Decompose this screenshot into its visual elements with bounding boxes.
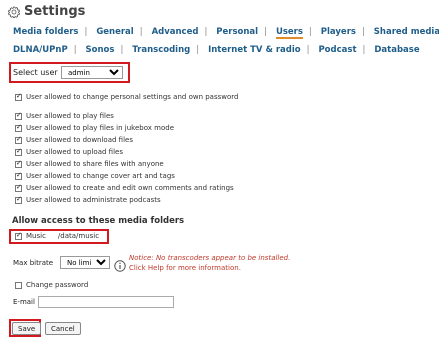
checkbox[interactable] [15,147,22,156]
checkbox[interactable] [15,195,22,204]
checkbox[interactable] [15,111,22,120]
media-folder-name: Music [26,232,46,240]
tab-internet-tv-radio[interactable]: Internet TV & radio [208,45,301,55]
permission-label: User allowed to create and edit own comm… [26,184,234,192]
page-title: Settings [8,4,85,19]
media-folder-path: /data/music [57,232,100,240]
email-field[interactable] [38,296,174,308]
checkbox[interactable] [15,183,22,192]
permission-row[interactable]: User allowed to change personal settings… [15,92,239,101]
media-folder-row[interactable]: Music /data/music [15,231,100,240]
tab-shared-media[interactable]: Shared media [374,27,439,37]
checkbox[interactable] [15,123,22,132]
tab-sonos[interactable]: Sonos [86,45,115,55]
permission-label: User allowed to play files [26,112,114,120]
checkbox[interactable] [15,92,22,101]
permission-row[interactable]: User allowed to download files [15,135,133,144]
tab-players[interactable]: Players [321,27,356,37]
email-label: E-mail [13,298,35,306]
permission-label: User allowed to play files in jukebox mo… [26,124,175,132]
media-folders-heading: Allow access to these media folders [12,216,185,226]
checkbox[interactable] [15,159,22,168]
permission-label: User allowed to upload files [26,148,123,156]
tab-transcoding[interactable]: Transcoding [132,45,190,55]
nav-row-1: Media folders | General | Advanced | Person… [13,27,439,39]
notice-line-1: Notice: No transcoders appear to be inst… [129,254,291,262]
tab-podcast[interactable]: Podcast [318,45,356,55]
tab-advanced[interactable]: Advanced [152,27,199,37]
tab-dlna-upnp[interactable]: DLNA/UPnP [13,45,68,55]
transcoder-notice: Notice: No transcoders appear to be inst… [129,253,290,273]
permission-row[interactable]: User allowed to play files [15,111,114,120]
settings-title: Settings [24,4,86,19]
permission-row[interactable]: User allowed to create and edit own comm… [15,183,234,192]
change-password-label: Change password [26,281,89,289]
permission-row[interactable]: User allowed to play files in jukebox mo… [15,123,175,132]
permission-row[interactable]: User allowed to change cover art and tag… [15,171,175,180]
max-bitrate-dropdown[interactable]: No limit [60,256,110,269]
change-password-row[interactable]: Change password [15,281,88,289]
permission-label: User allowed to change personal settings… [26,93,239,101]
checkbox[interactable] [15,231,22,240]
help-icon[interactable] [114,257,126,276]
permission-row[interactable]: User allowed to upload files [15,147,123,156]
permission-row[interactable]: User allowed to share files with anyone [15,159,164,168]
permission-label: User allowed to administrate podcasts [26,196,161,204]
tab-general[interactable]: General [96,27,133,37]
tab-database[interactable]: Database [374,45,419,55]
permission-row[interactable]: User allowed to administrate podcasts [15,195,161,204]
checkbox[interactable] [15,171,22,180]
select-user-dropdown[interactable]: admin [61,66,123,79]
permission-label: User allowed to download files [26,136,133,144]
tab-personal[interactable]: Personal [216,27,258,37]
select-user-label: Select user [13,68,58,77]
checkbox[interactable] [15,135,22,144]
gear-icon [8,6,20,18]
checkbox[interactable] [15,281,22,289]
tab-media-folders[interactable]: Media folders [13,27,78,37]
save-button[interactable]: Save [12,322,42,335]
permission-label: User allowed to change cover art and tag… [26,172,175,180]
permission-label: User allowed to share files with anyone [26,160,164,168]
cancel-button[interactable]: Cancel [45,322,81,335]
max-bitrate-label: Max bitrate [13,259,54,267]
nav-row-2: DLNA/UPnP | Sonos | Transcoding | Internet … [13,45,420,55]
tab-users[interactable]: Users [275,27,303,39]
notice-line-2: Click Help for more information. [129,264,241,272]
